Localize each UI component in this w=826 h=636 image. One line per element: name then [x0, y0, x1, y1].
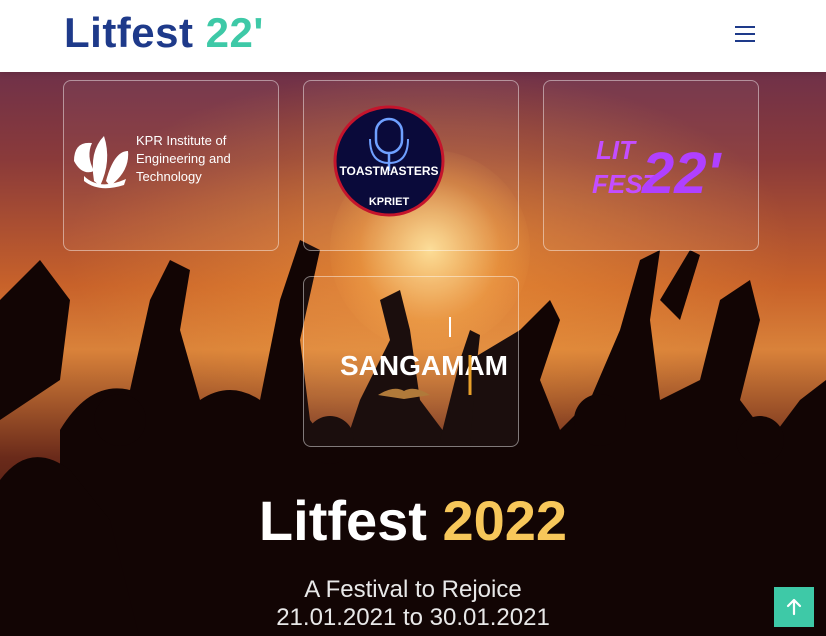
litfest-logo-number: 22' [641, 141, 723, 206]
hamburger-icon[interactable] [730, 20, 760, 48]
logo-card-toastmasters[interactable]: TOASTMASTERS KPRIET [303, 80, 519, 251]
brand-logo[interactable]: Litfest 22' [64, 10, 264, 56]
hero-title: Litfest 2022 [0, 488, 826, 553]
arrow-up-icon [786, 598, 802, 616]
hero-dates: 21.01.2021 to 30.01.2021 [276, 604, 550, 631]
hero-title-year: 2022 [442, 489, 568, 552]
kpr-line-3: Technology [136, 169, 202, 184]
hero-tagline: A Festival to Rejoice [304, 576, 522, 603]
kpr-logo: KPR Institute of Engineering and Technol… [74, 133, 231, 189]
toastmasters-text: TOASTMASTERS [339, 164, 438, 178]
toastmasters-logo: TOASTMASTERS KPRIET [333, 105, 445, 217]
sangamam-logo: SANGAMAM [340, 317, 508, 399]
top-navbar: Litfest 22' [0, 0, 826, 72]
kpriet-text: KPRIET [369, 196, 410, 208]
litfest-logo-line1: LIT [596, 135, 637, 165]
logo-card-kpr[interactable]: KPR Institute of Engineering and Technol… [63, 80, 279, 251]
logo-card-litfest[interactable]: LIT FEST 22' [543, 80, 759, 251]
kpr-line-2: Engineering and [136, 151, 231, 166]
back-to-top-button[interactable] [774, 587, 814, 627]
logo-card-sangamam[interactable]: SANGAMAM [303, 276, 519, 447]
brand-accent: 22' [205, 9, 264, 56]
litfest-logo: LIT FEST 22' [592, 135, 723, 206]
sangamam-text: SANGAMAM [340, 350, 508, 381]
hero-title-text: Litfest [258, 489, 427, 552]
brand-text: Litfest [64, 9, 194, 56]
kpr-line-1: KPR Institute of [136, 133, 227, 148]
